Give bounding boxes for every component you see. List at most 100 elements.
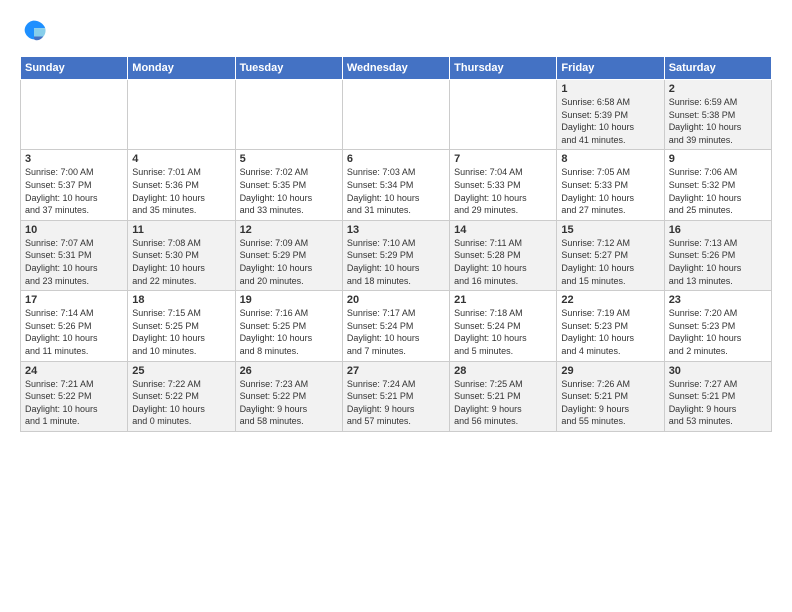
day-cell: 30Sunrise: 7:27 AM Sunset: 5:21 PM Dayli… [664, 361, 771, 431]
week-row-1: 1Sunrise: 6:58 AM Sunset: 5:39 PM Daylig… [21, 80, 772, 150]
header-day-sunday: Sunday [21, 57, 128, 80]
day-number: 17 [25, 294, 123, 306]
header-day-tuesday: Tuesday [235, 57, 342, 80]
day-number: 1 [561, 83, 659, 95]
day-cell [235, 80, 342, 150]
day-number: 26 [240, 365, 338, 377]
calendar-body: 1Sunrise: 6:58 AM Sunset: 5:39 PM Daylig… [21, 80, 772, 432]
day-number: 11 [132, 224, 230, 236]
day-info: Sunrise: 7:07 AM Sunset: 5:31 PM Dayligh… [25, 237, 123, 287]
day-cell: 8Sunrise: 7:05 AM Sunset: 5:33 PM Daylig… [557, 150, 664, 220]
day-number: 3 [25, 153, 123, 165]
day-info: Sunrise: 7:13 AM Sunset: 5:26 PM Dayligh… [669, 237, 767, 287]
day-info: Sunrise: 7:01 AM Sunset: 5:36 PM Dayligh… [132, 166, 230, 216]
day-cell: 27Sunrise: 7:24 AM Sunset: 5:21 PM Dayli… [342, 361, 449, 431]
day-cell: 24Sunrise: 7:21 AM Sunset: 5:22 PM Dayli… [21, 361, 128, 431]
day-info: Sunrise: 7:09 AM Sunset: 5:29 PM Dayligh… [240, 237, 338, 287]
day-info: Sunrise: 7:22 AM Sunset: 5:22 PM Dayligh… [132, 378, 230, 428]
day-cell: 14Sunrise: 7:11 AM Sunset: 5:28 PM Dayli… [450, 220, 557, 290]
header-day-monday: Monday [128, 57, 235, 80]
page-container: SundayMondayTuesdayWednesdayThursdayFrid… [0, 0, 792, 442]
calendar-table: SundayMondayTuesdayWednesdayThursdayFrid… [20, 56, 772, 432]
day-number: 29 [561, 365, 659, 377]
day-cell [342, 80, 449, 150]
day-number: 15 [561, 224, 659, 236]
day-number: 2 [669, 83, 767, 95]
day-cell: 20Sunrise: 7:17 AM Sunset: 5:24 PM Dayli… [342, 291, 449, 361]
day-number: 12 [240, 224, 338, 236]
day-cell: 11Sunrise: 7:08 AM Sunset: 5:30 PM Dayli… [128, 220, 235, 290]
day-number: 28 [454, 365, 552, 377]
day-number: 21 [454, 294, 552, 306]
day-info: Sunrise: 7:14 AM Sunset: 5:26 PM Dayligh… [25, 307, 123, 357]
day-number: 30 [669, 365, 767, 377]
day-number: 13 [347, 224, 445, 236]
day-cell: 13Sunrise: 7:10 AM Sunset: 5:29 PM Dayli… [342, 220, 449, 290]
day-cell: 26Sunrise: 7:23 AM Sunset: 5:22 PM Dayli… [235, 361, 342, 431]
day-cell: 16Sunrise: 7:13 AM Sunset: 5:26 PM Dayli… [664, 220, 771, 290]
day-info: Sunrise: 7:23 AM Sunset: 5:22 PM Dayligh… [240, 378, 338, 428]
day-number: 27 [347, 365, 445, 377]
day-info: Sunrise: 7:18 AM Sunset: 5:24 PM Dayligh… [454, 307, 552, 357]
day-cell [21, 80, 128, 150]
header-day-friday: Friday [557, 57, 664, 80]
day-cell: 9Sunrise: 7:06 AM Sunset: 5:32 PM Daylig… [664, 150, 771, 220]
day-number: 8 [561, 153, 659, 165]
day-info: Sunrise: 6:58 AM Sunset: 5:39 PM Dayligh… [561, 96, 659, 146]
day-cell: 5Sunrise: 7:02 AM Sunset: 5:35 PM Daylig… [235, 150, 342, 220]
day-cell: 21Sunrise: 7:18 AM Sunset: 5:24 PM Dayli… [450, 291, 557, 361]
day-info: Sunrise: 7:25 AM Sunset: 5:21 PM Dayligh… [454, 378, 552, 428]
day-cell: 17Sunrise: 7:14 AM Sunset: 5:26 PM Dayli… [21, 291, 128, 361]
week-row-5: 24Sunrise: 7:21 AM Sunset: 5:22 PM Dayli… [21, 361, 772, 431]
day-info: Sunrise: 7:02 AM Sunset: 5:35 PM Dayligh… [240, 166, 338, 216]
day-info: Sunrise: 7:12 AM Sunset: 5:27 PM Dayligh… [561, 237, 659, 287]
day-info: Sunrise: 7:00 AM Sunset: 5:37 PM Dayligh… [25, 166, 123, 216]
day-cell: 1Sunrise: 6:58 AM Sunset: 5:39 PM Daylig… [557, 80, 664, 150]
day-info: Sunrise: 7:20 AM Sunset: 5:23 PM Dayligh… [669, 307, 767, 357]
day-info: Sunrise: 7:26 AM Sunset: 5:21 PM Dayligh… [561, 378, 659, 428]
header-row: SundayMondayTuesdayWednesdayThursdayFrid… [21, 57, 772, 80]
day-number: 5 [240, 153, 338, 165]
day-cell: 6Sunrise: 7:03 AM Sunset: 5:34 PM Daylig… [342, 150, 449, 220]
day-number: 23 [669, 294, 767, 306]
logo [20, 16, 52, 44]
day-cell: 4Sunrise: 7:01 AM Sunset: 5:36 PM Daylig… [128, 150, 235, 220]
day-cell [128, 80, 235, 150]
logo-icon [20, 16, 48, 44]
day-number: 18 [132, 294, 230, 306]
day-cell: 25Sunrise: 7:22 AM Sunset: 5:22 PM Dayli… [128, 361, 235, 431]
day-cell: 29Sunrise: 7:26 AM Sunset: 5:21 PM Dayli… [557, 361, 664, 431]
day-cell: 22Sunrise: 7:19 AM Sunset: 5:23 PM Dayli… [557, 291, 664, 361]
day-cell: 3Sunrise: 7:00 AM Sunset: 5:37 PM Daylig… [21, 150, 128, 220]
day-number: 19 [240, 294, 338, 306]
day-cell: 18Sunrise: 7:15 AM Sunset: 5:25 PM Dayli… [128, 291, 235, 361]
day-info: Sunrise: 7:10 AM Sunset: 5:29 PM Dayligh… [347, 237, 445, 287]
day-info: Sunrise: 6:59 AM Sunset: 5:38 PM Dayligh… [669, 96, 767, 146]
day-number: 24 [25, 365, 123, 377]
day-number: 25 [132, 365, 230, 377]
day-info: Sunrise: 7:27 AM Sunset: 5:21 PM Dayligh… [669, 378, 767, 428]
day-cell: 28Sunrise: 7:25 AM Sunset: 5:21 PM Dayli… [450, 361, 557, 431]
header-day-thursday: Thursday [450, 57, 557, 80]
day-cell: 2Sunrise: 6:59 AM Sunset: 5:38 PM Daylig… [664, 80, 771, 150]
day-info: Sunrise: 7:17 AM Sunset: 5:24 PM Dayligh… [347, 307, 445, 357]
day-info: Sunrise: 7:06 AM Sunset: 5:32 PM Dayligh… [669, 166, 767, 216]
day-info: Sunrise: 7:16 AM Sunset: 5:25 PM Dayligh… [240, 307, 338, 357]
day-cell: 15Sunrise: 7:12 AM Sunset: 5:27 PM Dayli… [557, 220, 664, 290]
header-day-saturday: Saturday [664, 57, 771, 80]
day-info: Sunrise: 7:15 AM Sunset: 5:25 PM Dayligh… [132, 307, 230, 357]
day-info: Sunrise: 7:21 AM Sunset: 5:22 PM Dayligh… [25, 378, 123, 428]
header-day-wednesday: Wednesday [342, 57, 449, 80]
day-cell: 19Sunrise: 7:16 AM Sunset: 5:25 PM Dayli… [235, 291, 342, 361]
page-header [20, 16, 772, 44]
day-number: 6 [347, 153, 445, 165]
day-info: Sunrise: 7:05 AM Sunset: 5:33 PM Dayligh… [561, 166, 659, 216]
day-info: Sunrise: 7:24 AM Sunset: 5:21 PM Dayligh… [347, 378, 445, 428]
day-cell: 10Sunrise: 7:07 AM Sunset: 5:31 PM Dayli… [21, 220, 128, 290]
day-number: 7 [454, 153, 552, 165]
week-row-2: 3Sunrise: 7:00 AM Sunset: 5:37 PM Daylig… [21, 150, 772, 220]
day-number: 22 [561, 294, 659, 306]
day-number: 10 [25, 224, 123, 236]
week-row-4: 17Sunrise: 7:14 AM Sunset: 5:26 PM Dayli… [21, 291, 772, 361]
day-info: Sunrise: 7:03 AM Sunset: 5:34 PM Dayligh… [347, 166, 445, 216]
